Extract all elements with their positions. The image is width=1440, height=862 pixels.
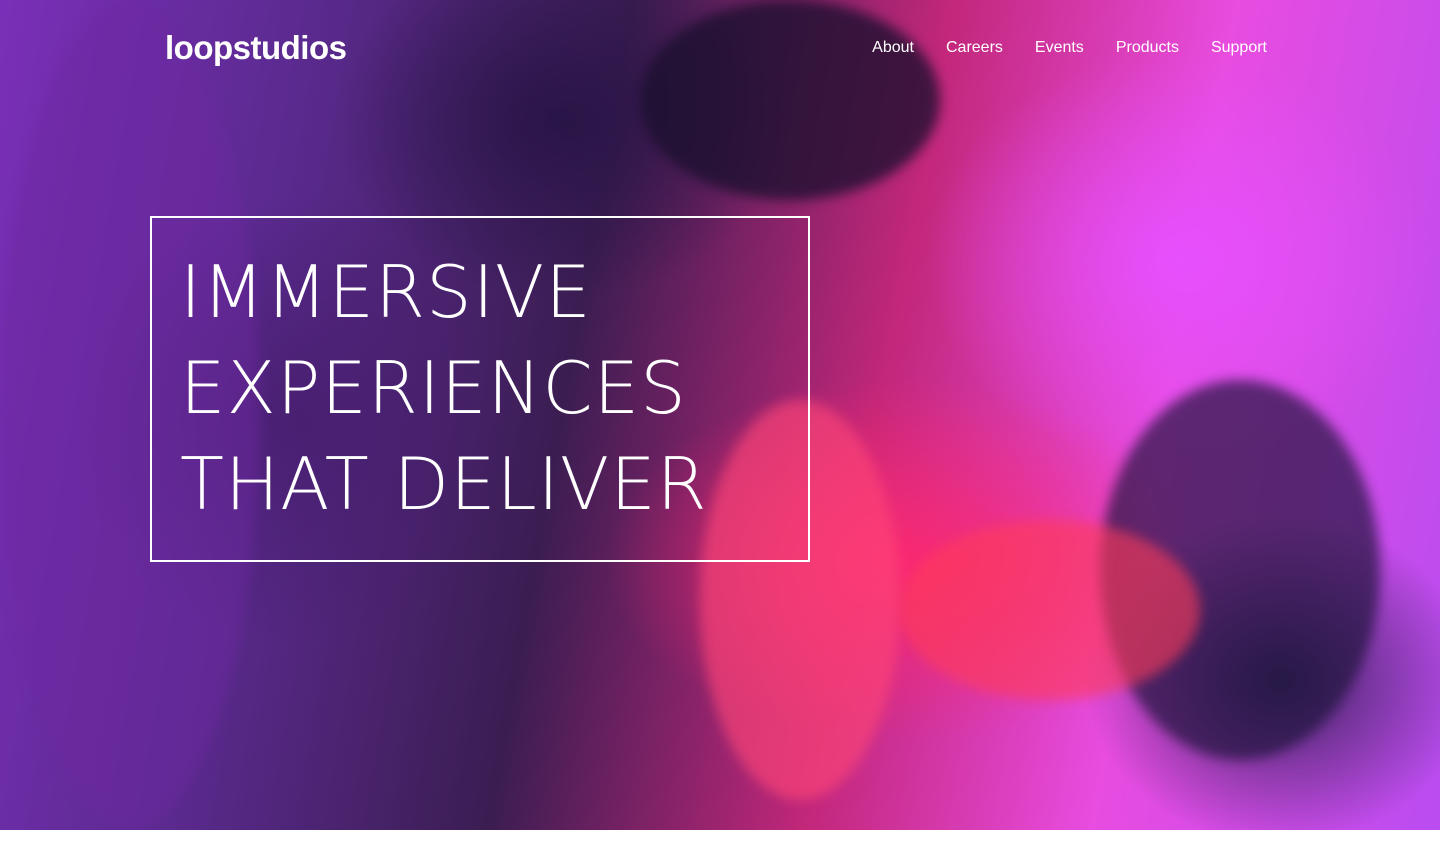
nav-link-careers[interactable]: Careers bbox=[946, 28, 1003, 68]
hero-headline: IMMERSIVE EXPERIENCES THAT DELIVER bbox=[180, 244, 708, 532]
site-header: loopstudios About Careers Events Product… bbox=[165, 28, 1275, 68]
hero-image-shape bbox=[900, 520, 1200, 700]
headline-box: IMMERSIVE EXPERIENCES THAT DELIVER bbox=[150, 216, 810, 562]
nav-link-events[interactable]: Events bbox=[1035, 28, 1084, 68]
headline-line: IMMERSIVE bbox=[180, 250, 592, 334]
nav-link-about[interactable]: About bbox=[872, 28, 914, 68]
hero-section: loopstudios About Careers Events Product… bbox=[0, 0, 1440, 830]
main-nav: About Careers Events Products Support bbox=[872, 28, 1267, 68]
headline-line: EXPERIENCES bbox=[180, 346, 687, 430]
nav-link-support[interactable]: Support bbox=[1211, 28, 1267, 68]
headline-line: THAT DELIVER bbox=[180, 442, 708, 526]
logo[interactable]: loopstudios bbox=[165, 28, 347, 68]
nav-link-products[interactable]: Products bbox=[1116, 28, 1179, 68]
